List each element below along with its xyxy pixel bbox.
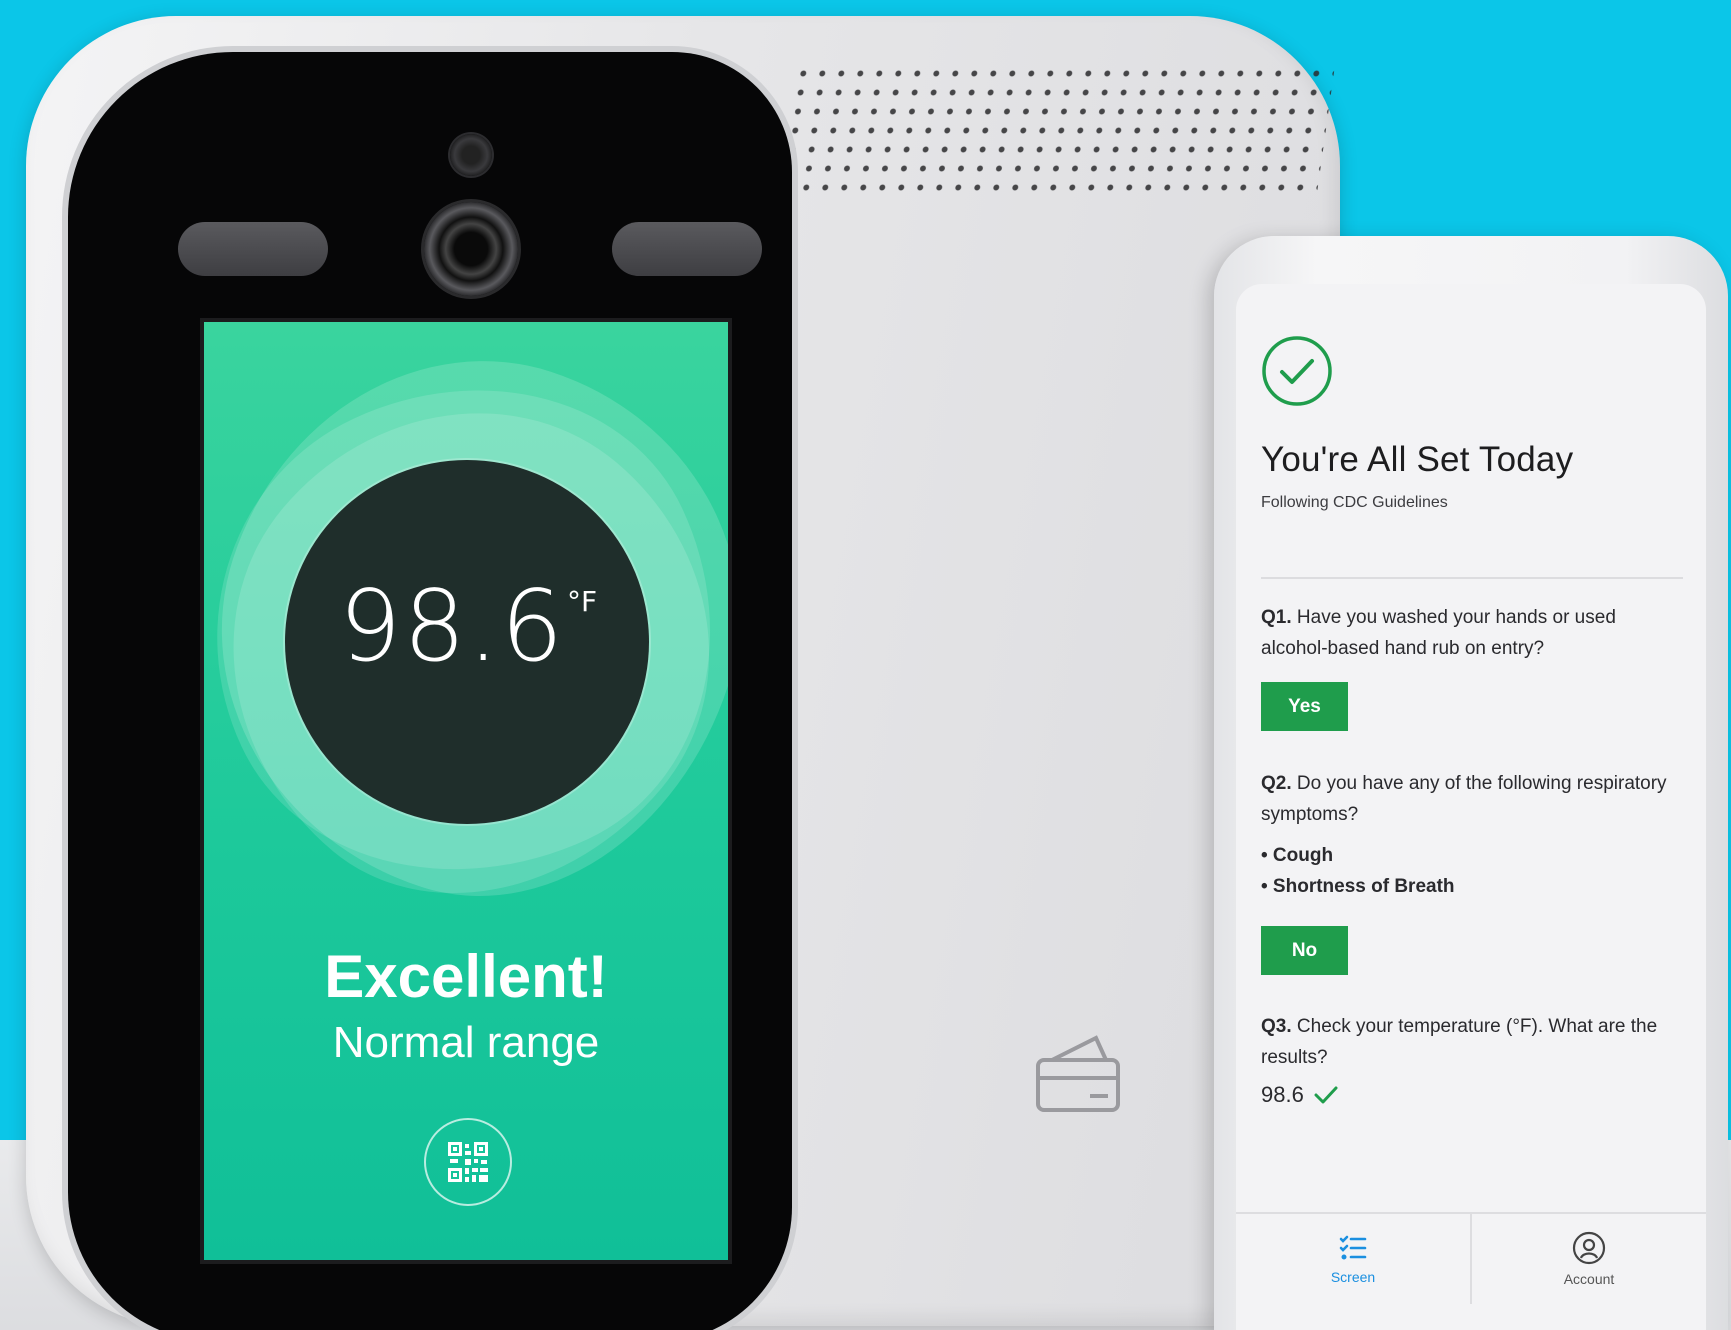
status-subtitle: Normal range — [332, 1018, 600, 1067]
question-text: Have you washed your hands or used alcoh… — [1261, 607, 1616, 659]
question-number: Q3. — [1261, 1016, 1292, 1037]
bottom-nav: Screen Account — [1236, 1212, 1706, 1304]
qr-code-button[interactable] — [424, 1118, 512, 1206]
nav-label: Screen — [1330, 1269, 1376, 1285]
temperature-answer-value: 98.6 — [1261, 1082, 1304, 1107]
temperature-answer: 98.6 — [1261, 1082, 1338, 1108]
symptom-item: • Shortness of Breath — [1261, 876, 1455, 897]
nav-tab-account[interactable]: Account — [1470, 1214, 1706, 1304]
account-icon — [1572, 1231, 1606, 1265]
question-number: Q2. — [1261, 773, 1292, 794]
question-3: Q3. Check your temperature (°F). What ar… — [1261, 1011, 1681, 1073]
symptom-item: • Cough — [1261, 845, 1334, 866]
page-title: You're All Set Today — [1261, 440, 1574, 479]
qr-code-icon — [448, 1142, 488, 1182]
sensor-left — [178, 222, 328, 276]
question-text: Check your temperature (°F). What are th… — [1261, 1016, 1658, 1068]
status-title: Excellent! — [324, 943, 608, 1010]
answer-no-button[interactable]: No — [1261, 926, 1348, 975]
check-circle-icon — [1262, 336, 1332, 406]
kiosk-device: 98.6 °F Excellent! Normal range — [26, 16, 1340, 1330]
checklist-icon — [1339, 1235, 1367, 1260]
divider — [1261, 577, 1683, 579]
page-subtitle: Following CDC Guidelines — [1261, 494, 1448, 511]
question-1: Q1. Have you washed your hands or used a… — [1261, 602, 1681, 664]
phone-screen: You're All Set Today Following CDC Guide… — [1236, 284, 1706, 1330]
question-text: Do you have any of the following respira… — [1261, 773, 1667, 825]
temperature-unit: °F — [567, 585, 598, 618]
camera-small-icon — [450, 134, 492, 176]
question-number: Q1. — [1261, 607, 1292, 628]
kiosk-bezel: 98.6 °F Excellent! Normal range — [68, 52, 792, 1330]
card-reader-icon — [1036, 1035, 1120, 1112]
temperature-display: 98.6 °F — [285, 460, 649, 824]
checkmark-icon — [1314, 1086, 1338, 1104]
phone-device: You're All Set Today Following CDC Guide… — [1214, 236, 1728, 1330]
nav-tab-screen[interactable]: Screen — [1236, 1214, 1470, 1304]
speaker-grille — [776, 64, 1336, 194]
nav-label: Account — [1563, 1271, 1615, 1287]
kiosk-screen: 98.6 °F Excellent! Normal range — [200, 318, 732, 1264]
sensor-right — [612, 222, 762, 276]
question-2: Q2. Do you have any of the following res… — [1261, 768, 1681, 830]
answer-yes-button[interactable]: Yes — [1261, 682, 1348, 731]
camera-lens-icon — [424, 202, 518, 296]
